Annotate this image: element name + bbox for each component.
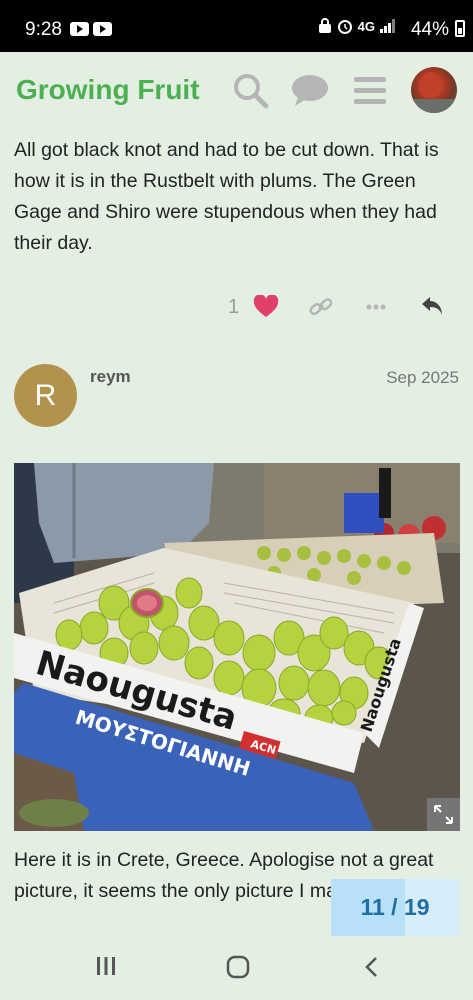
author-username[interactable]: reym (90, 367, 131, 387)
home-icon[interactable] (226, 955, 250, 979)
notification-icons (70, 22, 112, 36)
lock-icon (318, 18, 331, 33)
progress-label: 11 / 19 (360, 894, 430, 920)
search-icon[interactable] (230, 70, 270, 110)
like-count[interactable]: 1 (228, 296, 239, 319)
post-image[interactable]: Naougusta ACN Naougusta ΜΟΥΣΤΟΓΙΑΝΝΗ (14, 463, 460, 831)
post-actions: 1 (0, 292, 473, 324)
status-time: 9:28 (25, 19, 62, 40)
status-bar: 9:28 4G 44% (0, 0, 473, 52)
more-icon[interactable] (366, 304, 386, 310)
fig-market-photo: Naougusta ACN Naougusta ΜΟΥΣΤΟΓΙΑΝΝΗ (14, 463, 460, 831)
heart-icon[interactable] (253, 295, 279, 319)
system-icons: 4G (318, 18, 395, 34)
hamburger-menu-icon[interactable] (350, 70, 390, 110)
link-icon[interactable] (309, 297, 333, 317)
author-avatar[interactable]: R (14, 364, 77, 427)
topic-progress[interactable]: 11 / 19 (331, 879, 459, 936)
youtube-icon (93, 22, 112, 36)
user-avatar[interactable] (411, 67, 457, 113)
signal-icon (380, 19, 395, 33)
battery-icon (455, 20, 465, 37)
alarm-icon (337, 20, 352, 34)
post-body-text: All got black knot and had to be cut dow… (14, 139, 439, 254)
post-date[interactable]: Sep 2025 (386, 368, 459, 388)
back-icon[interactable] (362, 955, 382, 979)
system-nav-bar (0, 937, 473, 1000)
reply-icon[interactable] (420, 295, 444, 317)
chat-icon[interactable] (290, 70, 330, 110)
site-title[interactable]: Growing Fruit (16, 74, 200, 106)
network-label: 4G (357, 18, 375, 34)
youtube-icon (70, 22, 89, 36)
expand-icon[interactable] (427, 798, 460, 831)
app-header: Growing Fruit (0, 52, 473, 130)
recent-apps-icon[interactable] (95, 955, 117, 977)
battery-percent: 44% (410, 19, 449, 40)
